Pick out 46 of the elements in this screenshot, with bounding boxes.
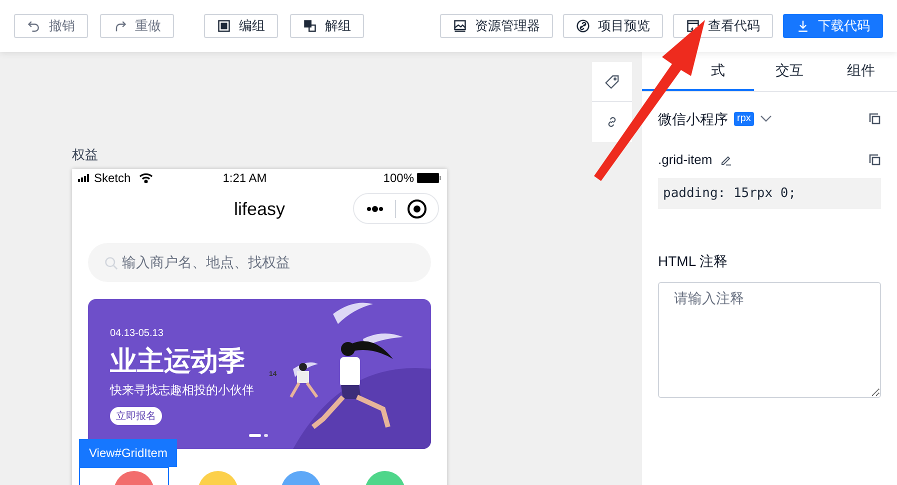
code-icon — [686, 19, 700, 33]
download-icon — [796, 19, 810, 33]
signup-button[interactable]: 立即报名 — [110, 407, 162, 425]
tag-icon[interactable] — [605, 74, 619, 88]
selector-text: .grid-item — [658, 151, 712, 170]
ungroup-icon — [303, 19, 317, 33]
selection-label: View#GridItem — [79, 439, 178, 467]
wifi-icon — [138, 173, 153, 183]
pencil-icon[interactable] — [720, 154, 732, 166]
status-time: 1:21 AM — [222, 170, 267, 187]
toolbar-button[interactable]: 解组 — [290, 14, 364, 38]
banner-date: 04.13-05.13 — [110, 329, 164, 339]
page-label: 权益 — [72, 148, 99, 161]
copy-icon[interactable] — [869, 113, 881, 125]
toolbar-button[interactable]: 查看代码 — [673, 14, 773, 38]
group-icon — [217, 19, 231, 33]
more-icon — [366, 206, 384, 212]
battery-icon — [417, 173, 441, 183]
panel-tab[interactable]: 组件 — [825, 52, 897, 91]
unit-badge: rpx — [734, 112, 754, 126]
toolbar-button[interactable]: 资源管理器 — [440, 14, 553, 38]
chevron-down-icon[interactable] — [760, 115, 772, 123]
copy-icon[interactable] — [869, 154, 881, 166]
link-icon — [576, 19, 590, 33]
signal-icon — [78, 174, 92, 182]
image-icon — [453, 19, 467, 33]
banner-headline: 业主运动季 — [110, 348, 245, 375]
search-icon — [104, 256, 118, 270]
code-block: padding: 15rpx 0; — [658, 178, 881, 209]
platform-label: 微信小程序 — [658, 110, 728, 128]
battery-text: 100% — [383, 170, 414, 187]
comment-label: HTML 注释 — [658, 252, 728, 271]
capsule-button[interactable] — [353, 193, 439, 224]
comment-field[interactable]: 请输入注释 — [658, 282, 881, 398]
app-title: lifeasy — [234, 198, 286, 221]
redo-icon — [113, 19, 127, 33]
search-field[interactable]: 输入商户名、地点、找权益 — [88, 243, 431, 282]
toolbar-button[interactable]: 下载代码 — [783, 14, 883, 38]
undo-icon — [27, 19, 41, 33]
toolbar-button[interactable]: 项目预览 — [563, 14, 663, 38]
toolbar-button[interactable]: 编组 — [204, 14, 278, 38]
panel-tab[interactable]: 交互 — [754, 52, 826, 91]
banner-subtitle: 快来寻找志趣相投的小伙伴 — [110, 382, 254, 399]
search-input[interactable]: 输入商户名、地点、找权益 — [122, 252, 415, 273]
carrier-text: Sketch — [94, 170, 131, 187]
target-icon — [406, 198, 426, 218]
